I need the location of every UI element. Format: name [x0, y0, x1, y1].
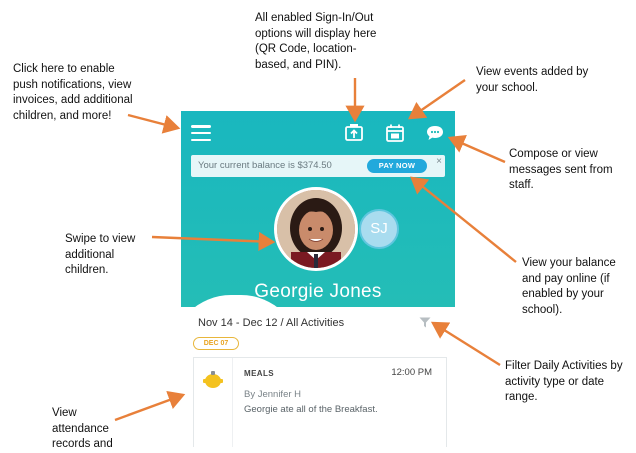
- activity-panel: Nov 14 - Dec 12 / All Activities DEC 07 …: [181, 307, 455, 447]
- balance-text: Your current balance is $374.50: [198, 160, 332, 171]
- balance-banner: Your current balance is $374.50 PAY NOW …: [191, 155, 445, 177]
- arrow-attendance: [114, 390, 186, 422]
- chat-icon[interactable]: [425, 123, 445, 143]
- date-range-label[interactable]: Nov 14 - Dec 12 / All Activities: [198, 317, 344, 329]
- child-photo: [277, 190, 355, 268]
- child-name: Georgie Jones: [254, 281, 382, 302]
- close-banner-button[interactable]: ×: [436, 156, 442, 167]
- activity-card[interactable]: MEALS 12:00 PM By Jennifer H Georgie ate…: [193, 357, 447, 447]
- filter-icon[interactable]: [419, 317, 431, 328]
- note-messages: Compose or view messages sent from staff…: [509, 148, 613, 191]
- phone-screen: Your current balance is $374.50 PAY NOW …: [181, 111, 455, 447]
- menu-icon[interactable]: [191, 125, 211, 142]
- date-badge: DEC 07: [193, 337, 239, 350]
- note-balance: View your balance and pay online (if ena…: [522, 257, 616, 316]
- note-swipe: Swipe to view additional children.: [65, 233, 136, 276]
- activity-author: By Jennifer H: [244, 389, 302, 400]
- note-attendance: View attendance records and: [52, 407, 113, 450]
- secondary-child-avatar[interactable]: SJ: [359, 209, 399, 249]
- activity-icon-column: [194, 358, 233, 447]
- note-events: View events added by your school.: [476, 66, 589, 94]
- arrow-messages: [447, 134, 506, 164]
- calendar-icon[interactable]: [385, 123, 405, 143]
- note-menu: Click here to enable push notifications,…: [13, 63, 133, 122]
- activity-type: MEALS: [244, 369, 274, 378]
- child-avatar[interactable]: [274, 187, 358, 271]
- activity-description: Georgie ate all of the Breakfast.: [244, 404, 378, 415]
- pay-now-button[interactable]: PAY NOW: [367, 159, 427, 173]
- meal-icon: [203, 371, 223, 388]
- note-signin: All enabled Sign-In/Out options will dis…: [255, 12, 377, 71]
- activity-time: 12:00 PM: [391, 367, 432, 378]
- arrow-menu: [127, 113, 181, 134]
- note-filter: Filter Daily Activities by activity type…: [505, 360, 623, 403]
- sign-in-icon[interactable]: [344, 123, 364, 143]
